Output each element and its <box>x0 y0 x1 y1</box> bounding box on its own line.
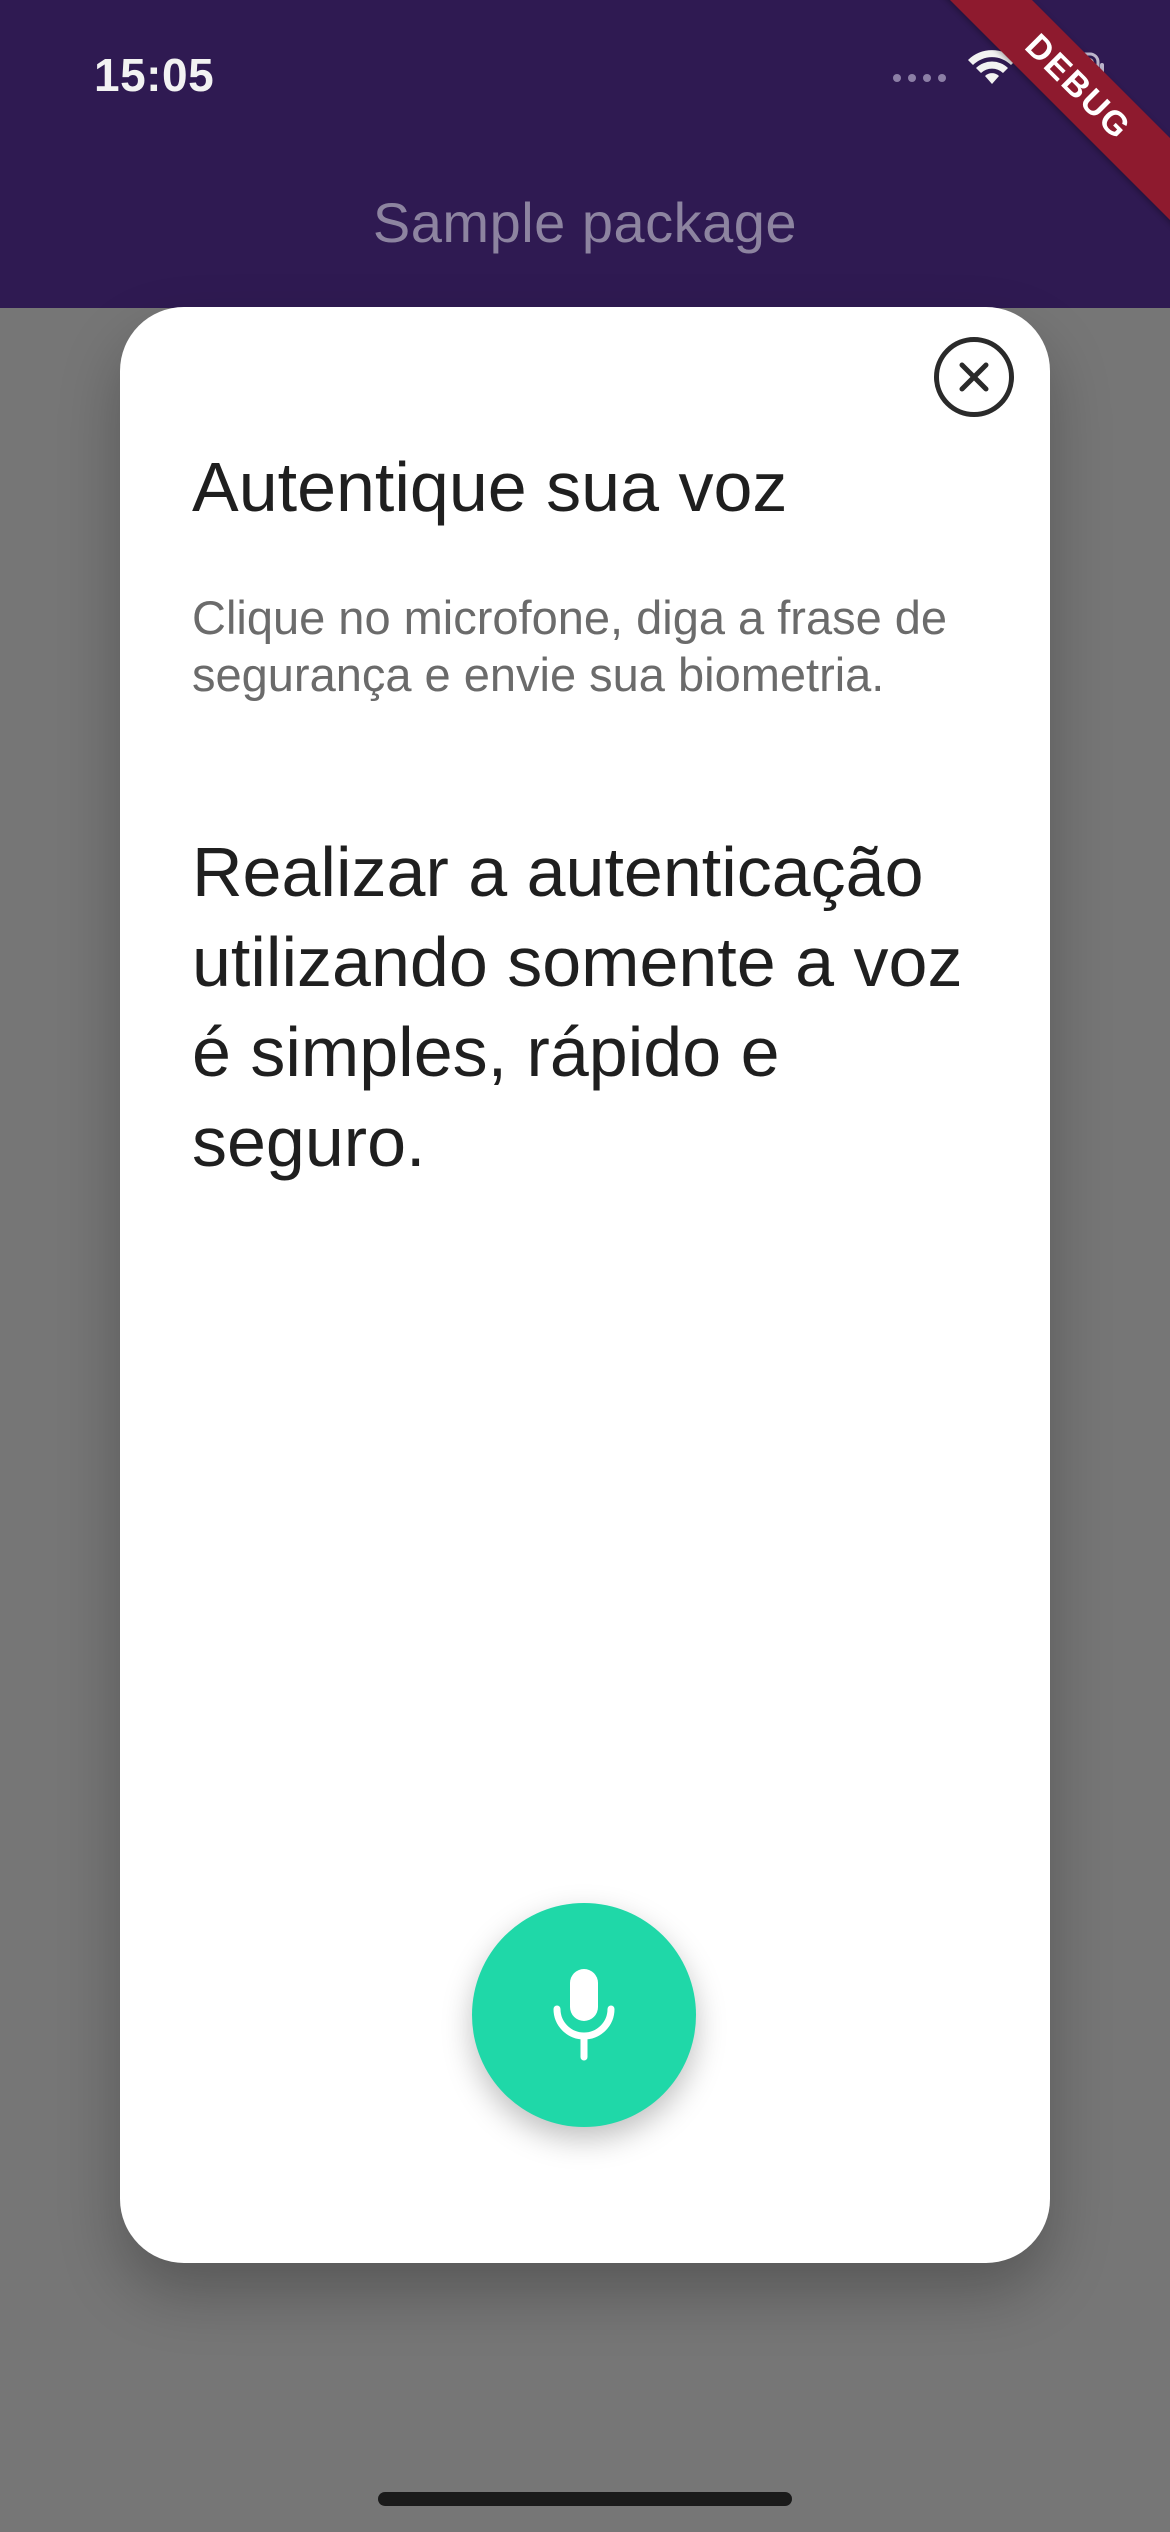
microphone-button[interactable] <box>472 1903 696 2127</box>
modal-statement: Realizar a autenticação utilizando somen… <box>192 833 963 1181</box>
modal-title: Autentique sua voz <box>192 448 788 526</box>
app-bar: 15:05 Sample package <box>0 0 1170 308</box>
cellular-signal-icon <box>893 56 946 82</box>
app-title: Sample package <box>372 191 798 254</box>
modal-subtitle: Clique no microfone, diga a frase de seg… <box>192 591 948 701</box>
status-time: 15:05 <box>94 49 215 101</box>
screen: 15:05 Sample package DEBUG Autentique su… <box>0 0 1170 2532</box>
microphone-icon <box>553 1969 615 2061</box>
close-button[interactable] <box>934 337 1014 417</box>
home-indicator[interactable] <box>378 2492 792 2506</box>
close-icon <box>959 362 989 392</box>
